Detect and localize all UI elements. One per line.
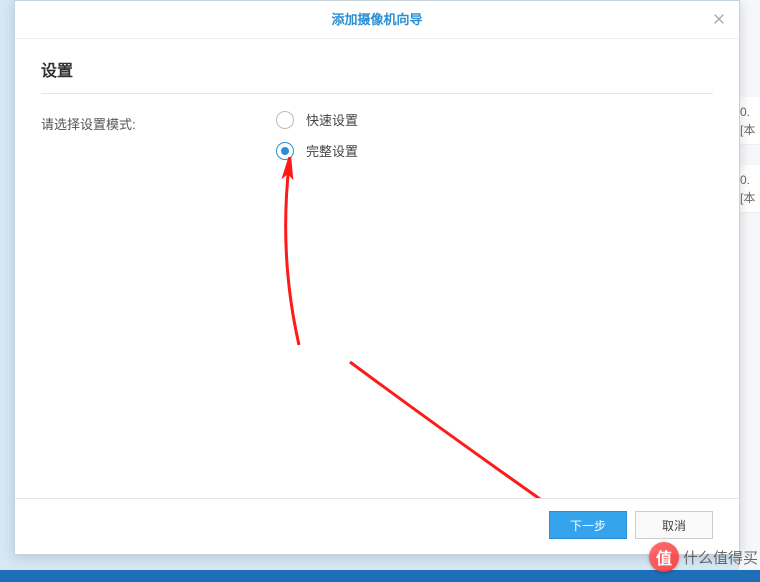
next-button[interactable]: 下一步 (549, 511, 627, 539)
radio-label: 完整设置 (306, 141, 358, 160)
window-titlebar-bottom (0, 570, 760, 582)
bg-list-row: 0. [本 (738, 165, 760, 213)
dialog-header: 添加摄像机向导 (15, 1, 739, 39)
bg-list-row: 0. [本 (738, 97, 760, 145)
setup-mode-label: 请选择设置模式: (41, 110, 276, 133)
radio-full-setup[interactable]: 完整设置 (276, 141, 358, 160)
dialog-body: 设置 请选择设置模式: 快速设置 完整设置 (15, 39, 739, 498)
bg-location: [本 (740, 189, 758, 207)
watermark-logo-icon: 值 (649, 542, 679, 572)
bg-location: [本 (740, 121, 758, 139)
close-icon[interactable] (711, 12, 727, 28)
bg-value: 0. (740, 103, 758, 121)
radio-quick-setup[interactable]: 快速设置 (276, 110, 358, 129)
watermark: 值 什么值得买 (649, 542, 758, 572)
setup-mode-radio-group: 快速设置 完整设置 (276, 110, 358, 160)
dialog-title: 添加摄像机向导 (331, 12, 422, 27)
add-camera-wizard-dialog: 添加摄像机向导 设置 请选择设置模式: 快速设置 完整设置 (14, 0, 740, 555)
radio-label: 快速设置 (306, 110, 358, 129)
cancel-button[interactable]: 取消 (635, 511, 713, 539)
radio-icon (276, 111, 294, 129)
dialog-footer: 下一步 取消 (15, 498, 739, 554)
section-title: 设置 (41, 57, 713, 94)
radio-icon (276, 142, 294, 160)
setup-mode-row: 请选择设置模式: 快速设置 完整设置 (41, 110, 713, 160)
watermark-text: 什么值得买 (683, 547, 758, 568)
annotation-arrow (269, 157, 309, 347)
background-panel (738, 0, 760, 582)
bg-value: 0. (740, 171, 758, 189)
